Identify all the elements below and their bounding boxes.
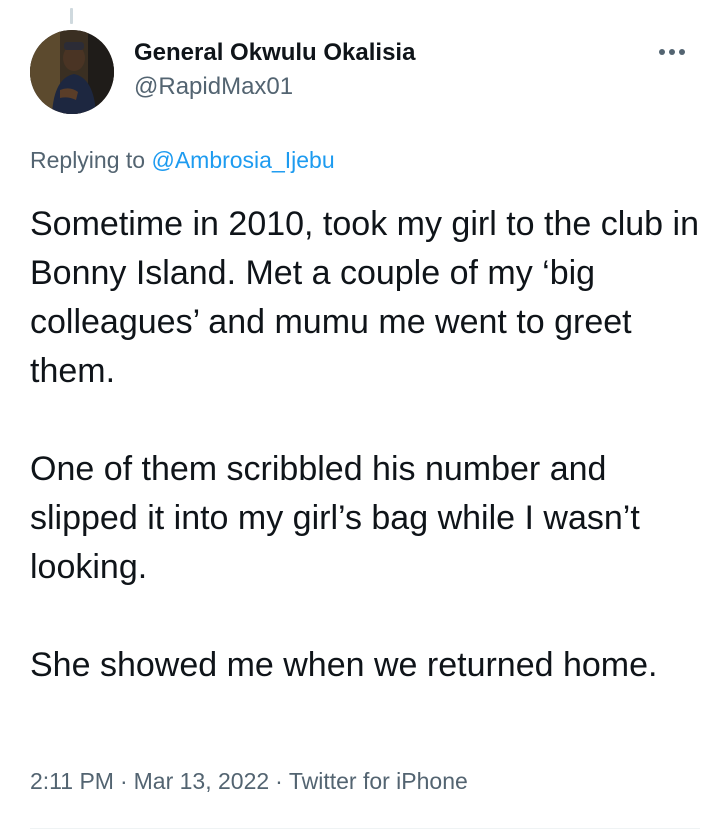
avatar[interactable] bbox=[30, 30, 114, 114]
tweet-paragraph: Sometime in 2010, took my girl to the cl… bbox=[30, 205, 699, 390]
meta-separator: · bbox=[119, 768, 128, 794]
author-handle[interactable]: @RapidMax01 bbox=[134, 72, 415, 102]
replying-to-line: Replying to @Ambrosia_Ijebu bbox=[30, 146, 335, 174]
tweet-paragraph: She showed me when we returned home. bbox=[30, 646, 658, 684]
author-display-name[interactable]: General Okwulu Okalisia bbox=[134, 38, 415, 68]
thread-connector-line bbox=[70, 8, 73, 24]
tweet-time[interactable]: 2:11 PM bbox=[30, 768, 114, 794]
replying-to-label: Replying to bbox=[30, 147, 146, 173]
avatar-photo bbox=[30, 30, 114, 114]
replying-to-mention-link[interactable]: @Ambrosia_Ijebu bbox=[151, 147, 334, 173]
tweet-body: Sometime in 2010, took my girl to the cl… bbox=[30, 200, 700, 690]
tweet-date[interactable]: Mar 13, 2022 bbox=[134, 768, 270, 794]
meta-separator: · bbox=[275, 768, 283, 794]
tweet-source-link[interactable]: Twitter for iPhone bbox=[289, 768, 468, 794]
more-horizontal-icon bbox=[659, 49, 685, 55]
divider bbox=[30, 828, 700, 829]
tweet-metadata: 2:11 PM · Mar 13, 2022 · Twitter for iPhone bbox=[30, 766, 468, 796]
tweet-paragraph: One of them scribbled his number and sli… bbox=[30, 450, 640, 586]
author-block: General Okwulu Okalisia @RapidMax01 bbox=[134, 38, 415, 102]
more-options-button[interactable] bbox=[654, 40, 690, 64]
tweet-header: General Okwulu Okalisia @RapidMax01 bbox=[30, 30, 690, 118]
